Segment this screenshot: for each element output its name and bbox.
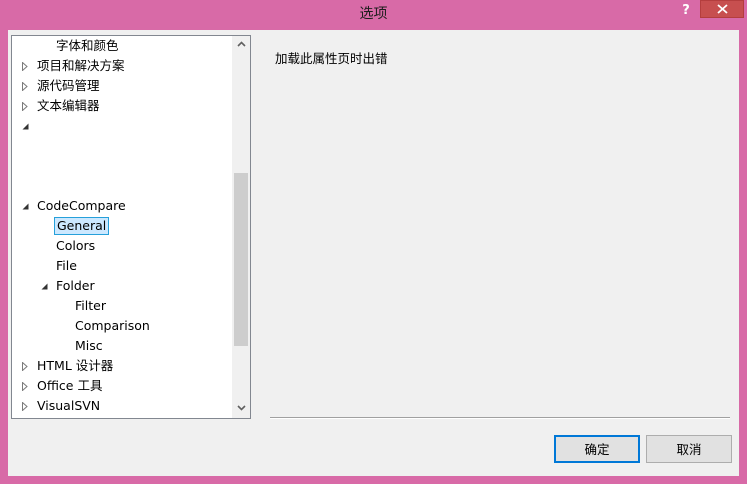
separator-line [270, 417, 730, 419]
tree-item-label: 文本编辑器 [37, 98, 100, 113]
close-button[interactable] [700, 0, 744, 18]
tree-item[interactable]: Misc [12, 336, 234, 356]
tree-item[interactable]: Comparison [12, 316, 234, 336]
tree-item[interactable] [12, 136, 234, 156]
tree-item-label: File [56, 258, 77, 273]
tree-scrollbar[interactable] [232, 36, 250, 418]
tree-item[interactable]: Colors [12, 236, 234, 256]
tree-item-label: Misc [75, 338, 103, 353]
scroll-up-button[interactable] [233, 36, 250, 53]
window-title: 选项 [359, 6, 388, 22]
expand-arrow-icon[interactable] [22, 76, 32, 96]
expand-arrow-icon[interactable] [22, 356, 32, 376]
options-dialog: 选项 ? 字体和颜色项目和解决方案 源代码管理文本编辑器 CodeCompare Ge… [0, 0, 747, 484]
tree-item-label: Comparison [75, 318, 150, 333]
dialog-client-area: 字体和颜色项目和解决方案 源代码管理文本编辑器 CodeCompare General… [8, 30, 739, 476]
chevron-up-icon [237, 41, 246, 47]
tree-item[interactable]: HTML 设计器 [12, 356, 234, 376]
tree-item[interactable] [12, 156, 234, 176]
expand-arrow-icon[interactable] [22, 56, 32, 76]
ok-button[interactable]: 确定 [554, 435, 640, 463]
tree-item-label: 项目和解决方案 [37, 58, 125, 73]
tree-item[interactable]: VisualSVN [12, 396, 234, 416]
tree-item-label: 源代码管理 [37, 78, 100, 93]
tree-item[interactable]: 项目和解决方案 [12, 56, 234, 76]
tree-item[interactable]: Office 工具 [12, 376, 234, 396]
chevron-down-icon [237, 405, 246, 411]
tree-item-label: Folder [56, 278, 95, 293]
tree-item[interactable]: File [12, 256, 234, 276]
options-tree[interactable]: 字体和颜色项目和解决方案 源代码管理文本编辑器 CodeCompare General… [11, 35, 251, 419]
tree-item[interactable]: CodeCompare [12, 196, 234, 216]
tree-item-label: CodeCompare [37, 198, 126, 213]
scroll-thumb[interactable] [234, 173, 248, 346]
tree-item-label: Office 工具 [37, 378, 103, 393]
expand-arrow-icon[interactable] [22, 96, 32, 116]
title-bar[interactable]: 选项 ? [0, 0, 747, 26]
scroll-down-button[interactable] [233, 400, 250, 417]
collapse-arrow-icon[interactable] [22, 116, 32, 136]
expand-arrow-icon[interactable] [22, 376, 32, 396]
help-button[interactable]: ? [676, 2, 696, 20]
tree-item[interactable] [12, 116, 234, 136]
tree-item-label: General [54, 217, 110, 235]
tree-item-label: Filter [75, 298, 106, 313]
tree-item[interactable]: Filter [12, 296, 234, 316]
expand-arrow-icon[interactable] [22, 396, 32, 416]
cancel-button[interactable]: 取消 [646, 435, 732, 463]
tree-item-label: HTML 设计器 [37, 358, 114, 373]
tree-item-label: Colors [56, 238, 96, 253]
tree-item[interactable]: General [12, 216, 234, 236]
tree-item[interactable]: 字体和颜色 [12, 36, 234, 56]
page-load-error-message: 加载此属性页时出错 [275, 51, 388, 66]
collapse-arrow-icon[interactable] [22, 196, 32, 216]
tree-item[interactable]: 源代码管理 [12, 76, 234, 96]
tree-item[interactable]: 文本编辑器 [12, 96, 234, 116]
tree-item-label: 字体和颜色 [56, 38, 119, 53]
collapse-arrow-icon[interactable] [41, 276, 51, 296]
tree-item[interactable]: Folder [12, 276, 234, 296]
close-icon [717, 4, 728, 14]
tree-item-label: VisualSVN [37, 398, 101, 413]
tree-item[interactable] [12, 176, 234, 196]
